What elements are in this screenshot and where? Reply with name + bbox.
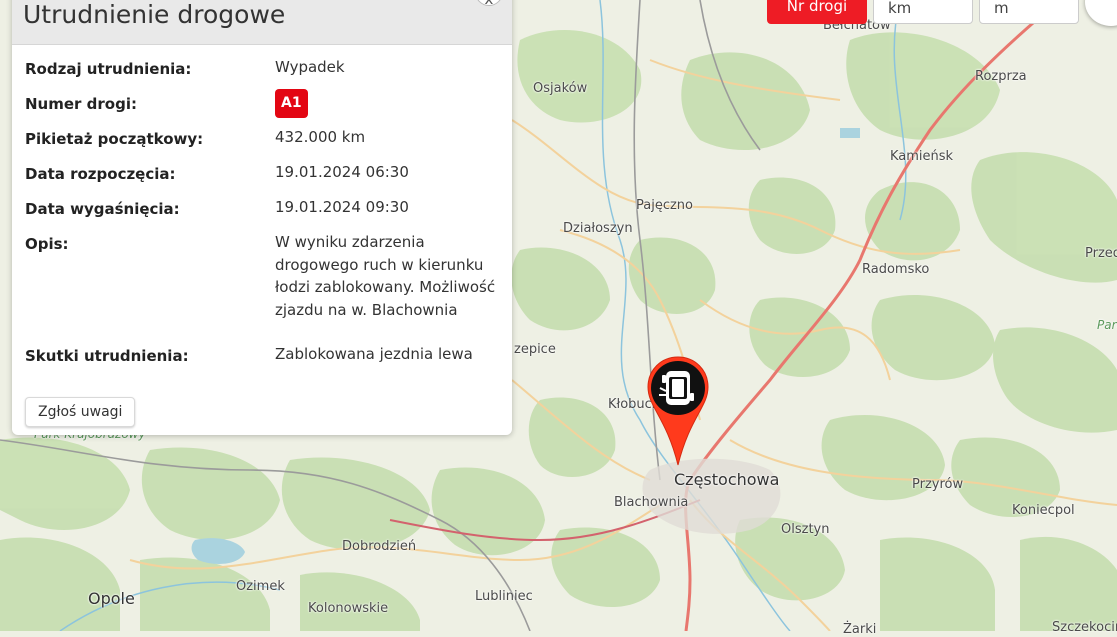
place-label: Rozprza	[975, 69, 1027, 84]
report-feedback-button[interactable]: Zgłoś uwagi	[25, 397, 136, 427]
km-input[interactable]: km	[873, 0, 973, 24]
detail-value: W wyniku zdarzenia drogowego ruch w kier…	[275, 233, 496, 319]
place-label: Przed	[1085, 246, 1117, 261]
place-label: Działoszyn	[563, 221, 633, 236]
detail-value: Wypadek	[275, 58, 345, 76]
place-label: Pajęczno	[636, 198, 693, 213]
place-label: Ozimek	[236, 579, 285, 594]
place-label: Żarki	[843, 622, 877, 637]
place-label: Blachownia	[614, 495, 689, 510]
place-label: Kolonowskie	[308, 601, 389, 616]
incident-popup: Utrudnienie drogowe x Rodzaj utrudnienia…	[12, 0, 512, 435]
m-input[interactable]: m	[979, 0, 1079, 24]
place-label: Radomsko	[862, 262, 930, 277]
detail-label: Skutki utrudnienia:	[25, 347, 189, 365]
detail-value: 19.01.2024 09:30	[275, 198, 409, 216]
popup-header: Utrudnienie drogowe x	[12, 0, 512, 45]
place-label: Częstochowa	[674, 470, 780, 489]
detail-value: 19.01.2024 06:30	[275, 163, 409, 181]
accident-marker[interactable]	[646, 355, 710, 467]
close-button[interactable]: x	[475, 0, 503, 8]
detail-value: Zablokowana jezdnia lewa	[275, 345, 473, 363]
road-badge: A1	[275, 89, 308, 118]
place-label: Lubliniec	[475, 589, 533, 604]
place-label: Park	[1097, 318, 1117, 332]
detail-label: Data rozpoczęcia:	[25, 165, 176, 183]
place-label: Olsztyn	[781, 522, 830, 537]
place-label: Koniecpol	[1012, 503, 1075, 518]
place-label: Opole	[88, 589, 135, 608]
detail-value: 432.000 km	[275, 128, 366, 146]
detail-label: Rodzaj utrudnienia:	[25, 60, 192, 78]
place-label: Przyrów	[912, 477, 964, 492]
detail-label: Numer drogi:	[25, 95, 137, 113]
detail-label: Opis:	[25, 235, 69, 253]
detail-label: Pikietaż początkowy:	[25, 130, 204, 148]
road-number-button[interactable]: Nr drogi	[767, 0, 867, 24]
place-label: Kamieńsk	[890, 149, 954, 164]
detail-label: Data wygaśnięcia:	[25, 200, 180, 218]
place-label: Osjaków	[533, 81, 588, 96]
place-label: Szczekociny	[1052, 620, 1117, 635]
place-label: zepice	[514, 342, 556, 357]
popup-title: Utrudnienie drogowe	[23, 0, 286, 29]
place-label: Dobrodzień	[342, 539, 417, 554]
